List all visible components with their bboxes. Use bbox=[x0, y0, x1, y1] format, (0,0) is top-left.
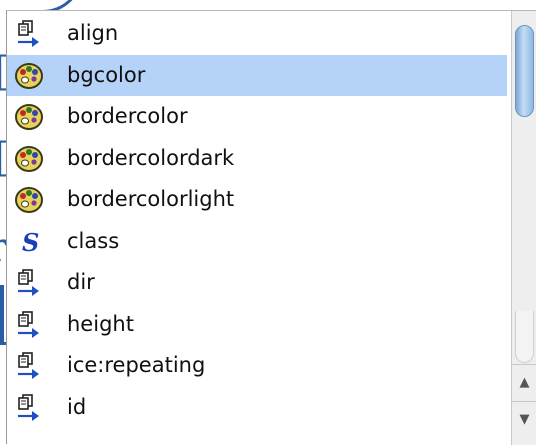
list-item-label: dir bbox=[67, 270, 95, 294]
list-item[interactable]: Sclass bbox=[7, 221, 507, 262]
list-item[interactable]: align bbox=[7, 13, 507, 54]
palette-icon bbox=[14, 185, 44, 215]
vertical-scrollbar[interactable]: ▲ ▼ bbox=[511, 11, 536, 445]
palette-icon bbox=[14, 144, 44, 174]
scroll-up-arrow-icon[interactable]: ▲ bbox=[512, 364, 536, 401]
list-item-label: bordercolordark bbox=[67, 145, 235, 170]
list-item[interactable]: id bbox=[7, 387, 507, 428]
list-item[interactable]: bordercolordark bbox=[7, 138, 507, 179]
scrollbar-thumb[interactable] bbox=[515, 25, 534, 117]
list-item-label: ice:repeating bbox=[67, 353, 206, 377]
page-arrow-icon bbox=[14, 19, 44, 49]
list-item-label: align bbox=[67, 21, 119, 45]
palette-icon bbox=[14, 61, 44, 91]
list-item[interactable]: bordercolor bbox=[7, 96, 507, 137]
background-code-fragment bbox=[0, 285, 4, 345]
list-item-label: height bbox=[67, 311, 134, 336]
list-item[interactable]: bgcolor bbox=[7, 54, 507, 96]
page-arrow-icon bbox=[14, 351, 44, 381]
page-arrow-icon bbox=[14, 393, 44, 423]
list-item[interactable]: height bbox=[7, 304, 507, 345]
attribute-completion-popup: align bgcolor bordercolor bordercolordark bo… bbox=[6, 10, 536, 445]
list-item[interactable]: ice:repeating bbox=[7, 345, 507, 386]
page-arrow-icon bbox=[14, 268, 44, 298]
list-item-label: bordercolor bbox=[67, 104, 188, 128]
scroll-down-arrow-icon[interactable]: ▼ bbox=[512, 401, 536, 438]
list-item-label: id bbox=[67, 394, 87, 419]
list-item-label: bgcolor bbox=[67, 62, 146, 87]
page-arrow-icon bbox=[14, 310, 44, 340]
style-s-icon: S bbox=[14, 227, 44, 257]
scrollbar-track-end bbox=[515, 311, 534, 363]
list-item[interactable]: dir bbox=[7, 262, 507, 303]
list-item-label: bordercolorlight bbox=[67, 187, 235, 211]
list-item-label: class bbox=[67, 228, 120, 253]
svg-text:S: S bbox=[22, 228, 39, 257]
list-item[interactable]: bordercolorlight bbox=[7, 179, 507, 220]
palette-icon bbox=[14, 102, 44, 132]
